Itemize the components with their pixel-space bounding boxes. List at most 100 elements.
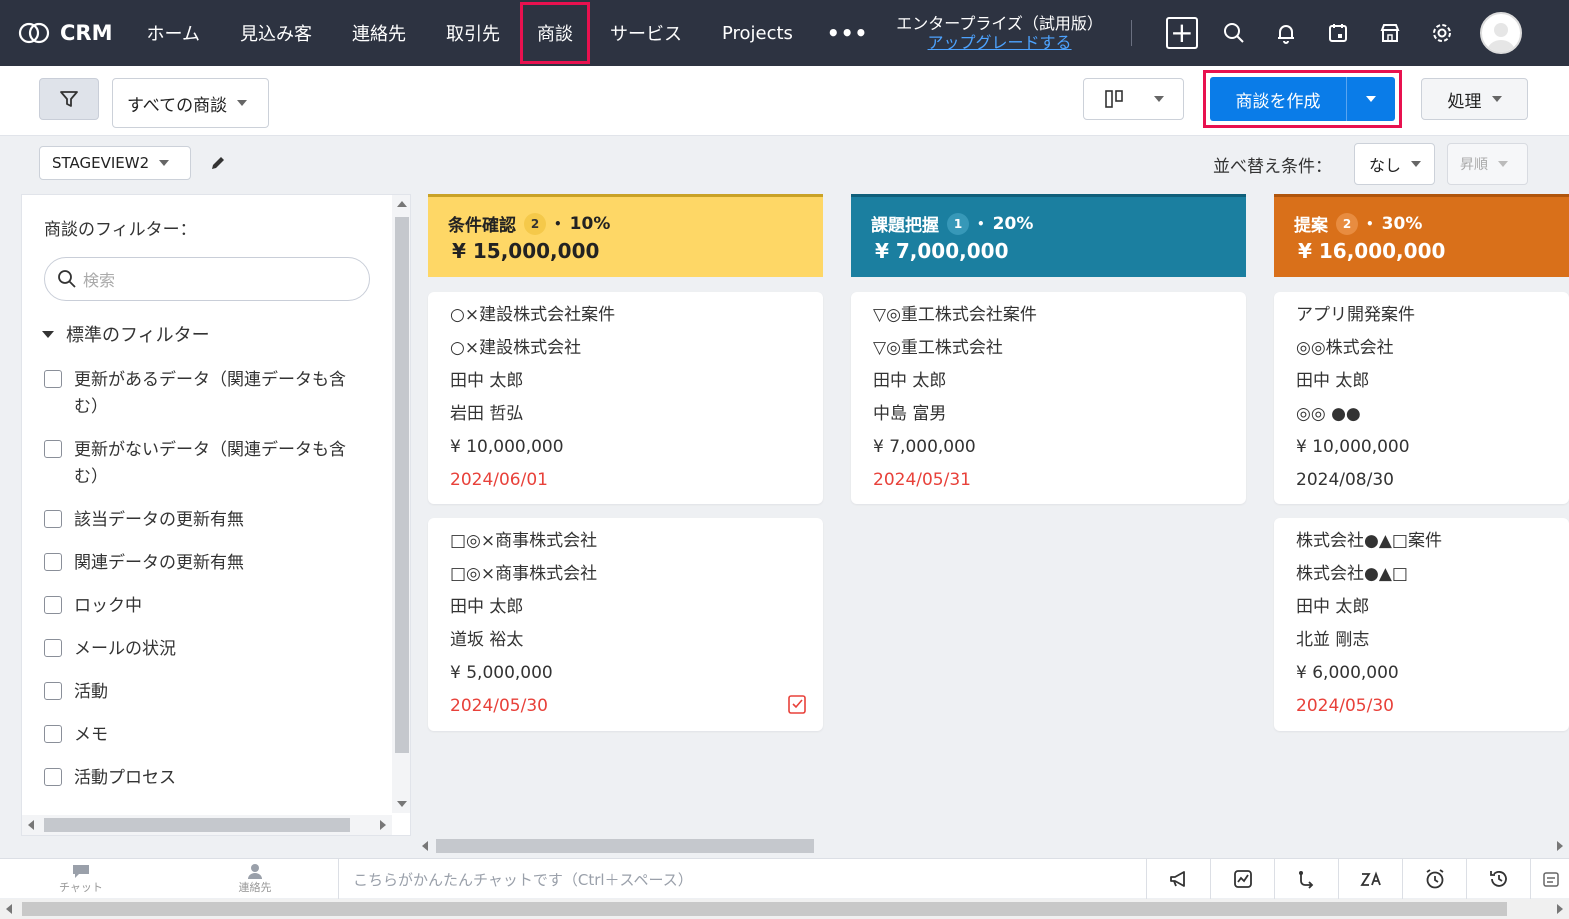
- nav-leads[interactable]: 見込み客: [220, 4, 332, 62]
- filter-item[interactable]: 活動: [44, 679, 364, 706]
- scroll-right-icon[interactable]: [1557, 841, 1563, 851]
- account-name[interactable]: ▽◎重工株式会社: [873, 336, 1246, 369]
- stage-amount: ¥ 15,000,000: [452, 239, 600, 263]
- filter-item[interactable]: 更新があるデータ（関連データも含む）: [44, 367, 364, 421]
- contact-name[interactable]: 中島 富男: [873, 402, 1246, 435]
- sort-select[interactable]: なし: [1354, 143, 1435, 185]
- deal-name[interactable]: ○×建設株式会社案件: [450, 303, 823, 336]
- create-deal-dropdown[interactable]: [1347, 77, 1395, 121]
- checkbox[interactable]: [44, 440, 62, 458]
- task-check-icon[interactable]: [787, 693, 807, 719]
- quick-create-icon[interactable]: +: [1165, 17, 1198, 49]
- checkbox[interactable]: [44, 596, 62, 614]
- create-deal-button[interactable]: 商談を作成: [1210, 77, 1347, 121]
- scroll-thumb[interactable]: [44, 818, 350, 832]
- translate-icon[interactable]: [1338, 859, 1402, 899]
- stage-name: 条件確認: [448, 216, 516, 236]
- deal-card[interactable]: □◎×商事株式会社 □◎×商事株式会社 田中 太郎 道坂 裕太 ¥ 5,000,…: [428, 518, 823, 731]
- stageview-select[interactable]: STAGEVIEW2: [39, 146, 191, 180]
- quick-chat-input[interactable]: こちらがかんたんチャットです（Ctrl＋スペース）: [353, 869, 693, 890]
- flow-icon[interactable]: [1274, 859, 1338, 899]
- account-name[interactable]: ○×建設株式会社: [450, 336, 823, 369]
- alarm-clock-icon[interactable]: [1402, 859, 1466, 899]
- checkbox[interactable]: [44, 639, 62, 657]
- scroll-thumb[interactable]: [436, 839, 814, 853]
- filter-item[interactable]: 関連データの更新有無: [44, 550, 364, 577]
- deal-name[interactable]: ▽◎重工株式会社案件: [873, 303, 1246, 336]
- filter-panel-vscrollbar[interactable]: [392, 195, 410, 813]
- filter-item[interactable]: ロック中: [44, 593, 364, 620]
- scroll-thumb[interactable]: [395, 217, 409, 753]
- nav-accounts[interactable]: 取引先: [426, 4, 520, 62]
- checkbox[interactable]: [44, 725, 62, 743]
- checkbox[interactable]: [44, 370, 62, 388]
- deal-name[interactable]: アプリ開発案件: [1296, 303, 1569, 336]
- scroll-down-icon[interactable]: [397, 801, 407, 807]
- upgrade-link[interactable]: アップグレードする: [896, 33, 1103, 52]
- notes-icon[interactable]: [1530, 859, 1569, 899]
- scroll-left-icon[interactable]: [6, 904, 12, 914]
- user-avatar[interactable]: [1479, 12, 1522, 54]
- contact-name[interactable]: 道坂 裕太: [450, 628, 823, 661]
- deal-card[interactable]: アプリ開発案件 ◎◎株式会社 田中 太郎 ◎◎ ●● ¥ 10,000,000 …: [1274, 292, 1569, 504]
- filter-item[interactable]: 活動プロセス: [44, 765, 364, 792]
- scroll-thumb[interactable]: [22, 902, 1507, 916]
- deal-name[interactable]: □◎×商事株式会社: [450, 529, 823, 562]
- action-button[interactable]: 処理: [1421, 78, 1528, 120]
- calendar-icon[interactable]: [1312, 7, 1364, 59]
- chat-tab[interactable]: チャット: [36, 863, 126, 895]
- filter-item[interactable]: 更新がないデータ（関連データも含む）: [44, 437, 364, 491]
- nav-contacts[interactable]: 連絡先: [332, 4, 426, 62]
- filter-search-input[interactable]: 検索: [44, 257, 370, 301]
- account-name[interactable]: ◎◎株式会社: [1296, 336, 1569, 369]
- nav-projects[interactable]: Projects: [702, 4, 813, 62]
- contact-name[interactable]: ◎◎ ●●: [1296, 402, 1569, 435]
- filter-toggle-button[interactable]: [39, 78, 99, 120]
- checkbox[interactable]: [44, 510, 62, 528]
- checkbox[interactable]: [44, 553, 62, 571]
- marketplace-icon[interactable]: [1364, 7, 1416, 59]
- window-hscrollbar[interactable]: [0, 899, 1569, 919]
- bell-icon[interactable]: [1260, 7, 1312, 59]
- filter-search-placeholder: 検索: [83, 271, 116, 290]
- checkbox[interactable]: [44, 768, 62, 786]
- search-icon[interactable]: [1208, 7, 1260, 59]
- scroll-right-icon[interactable]: [380, 820, 386, 830]
- history-icon[interactable]: [1466, 859, 1530, 899]
- scroll-up-icon[interactable]: [397, 201, 407, 207]
- view-select[interactable]: すべての商談: [112, 78, 269, 128]
- filter-panel-hscrollbar[interactable]: [22, 815, 392, 835]
- standard-filters-toggle[interactable]: 標準のフィルター: [42, 321, 210, 347]
- kanban-icon: [1104, 90, 1123, 108]
- board-hscrollbar[interactable]: [416, 836, 1569, 856]
- scroll-left-icon[interactable]: [28, 820, 34, 830]
- account-name[interactable]: 株式会社●▲□: [1296, 562, 1569, 595]
- nav-deals[interactable]: 商談: [519, 2, 590, 64]
- contact-name[interactable]: 北並 剛志: [1296, 628, 1569, 661]
- analytics-icon[interactable]: [1210, 859, 1274, 899]
- layout-toggle-button[interactable]: [1083, 78, 1184, 120]
- crm-logo[interactable]: CRM: [18, 21, 112, 45]
- scroll-right-icon[interactable]: [1557, 904, 1563, 914]
- deal-name[interactable]: 株式会社●▲□案件: [1296, 529, 1569, 562]
- filter-item[interactable]: メールの状況: [44, 636, 364, 663]
- contacts-tab[interactable]: 連絡先: [210, 863, 300, 895]
- filter-item[interactable]: 該当データの更新有無: [44, 507, 364, 534]
- nav-services[interactable]: サービス: [590, 4, 702, 62]
- deal-card[interactable]: ○×建設株式会社案件 ○×建設株式会社 田中 太郎 岩田 哲弘 ¥ 10,000…: [428, 292, 823, 504]
- deal-card[interactable]: 株式会社●▲□案件 株式会社●▲□ 田中 太郎 北並 剛志 ¥ 6,000,00…: [1274, 518, 1569, 731]
- nav-more-button[interactable]: •••: [813, 21, 882, 45]
- order-select[interactable]: 昇順: [1447, 143, 1528, 185]
- stage-name: 課題把握: [871, 216, 939, 236]
- pencil-icon[interactable]: [208, 153, 228, 177]
- account-name[interactable]: □◎×商事株式会社: [450, 562, 823, 595]
- filter-item[interactable]: メモ: [44, 722, 364, 749]
- nav-home[interactable]: ホーム: [126, 4, 219, 62]
- contact-name[interactable]: 岩田 哲弘: [450, 402, 823, 435]
- deal-card[interactable]: ▽◎重工株式会社案件 ▽◎重工株式会社 田中 太郎 中島 富男 ¥ 7,000,…: [851, 292, 1246, 504]
- scroll-left-icon[interactable]: [422, 841, 428, 851]
- megaphone-icon[interactable]: [1146, 859, 1210, 899]
- checkbox[interactable]: [44, 682, 62, 700]
- gear-icon[interactable]: [1416, 7, 1468, 59]
- crm-logo-icon: [18, 22, 50, 44]
